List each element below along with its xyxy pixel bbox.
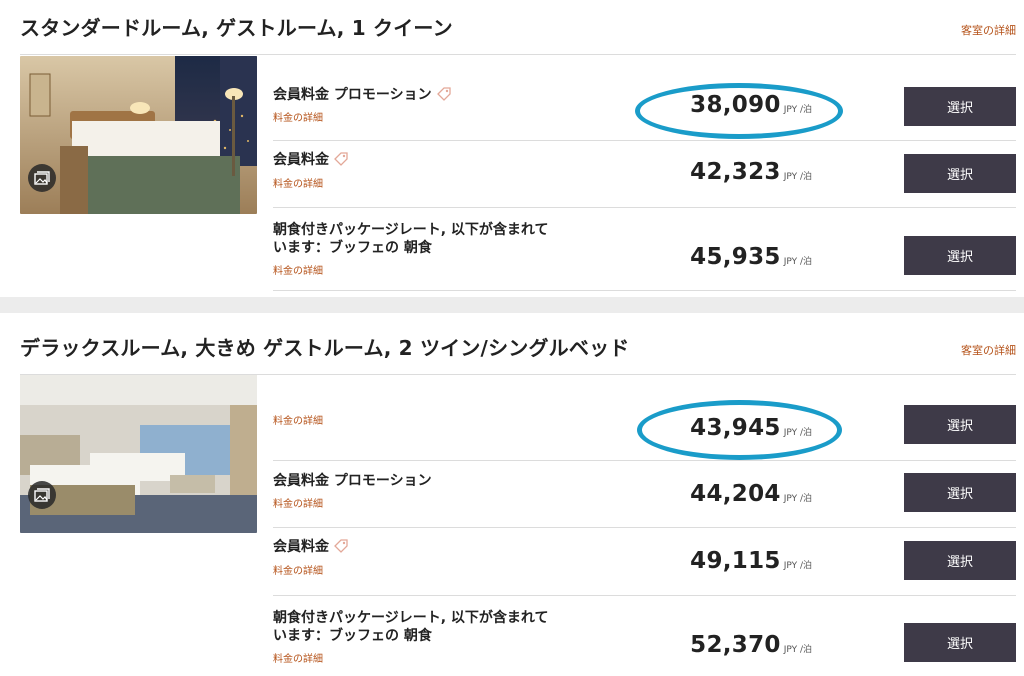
price: 42,323 JPY /泊	[690, 159, 812, 185]
select-button[interactable]: 選択	[904, 405, 1016, 444]
rate-details-link[interactable]: 料金の詳細	[273, 175, 323, 190]
room-card-standard: スタンダードルーム, ゲストルーム, 1 クイーン 客室の詳細 会員料金 プロモ…	[0, 0, 1024, 297]
tag-icon	[436, 87, 451, 101]
price: 45,935 JPY /泊	[690, 244, 812, 270]
price: 52,370 JPY /泊	[690, 632, 812, 658]
room-title: スタンダードルーム, ゲストルーム, 1 クイーン	[20, 16, 453, 40]
rate-row: 朝食付きパッケージレート, 以下が含まれて います：ブッフェの 朝食 料金の詳細…	[273, 596, 1016, 676]
photo-gallery-icon[interactable]	[28, 481, 56, 509]
room-photo[interactable]	[20, 56, 257, 214]
rate-name: 朝食付きパッケージレート, 以下が含まれて	[273, 610, 549, 626]
rate-name: 会員料金	[273, 151, 349, 170]
rate-name: います：ブッフェの 朝食	[273, 628, 432, 644]
rate-name: 会員料金 プロモーション	[273, 86, 452, 105]
room-details-link[interactable]: 客室の詳細	[961, 342, 1016, 358]
divider	[273, 290, 1016, 291]
select-button[interactable]: 選択	[904, 87, 1016, 126]
rate-name: います：ブッフェの 朝食	[273, 240, 432, 256]
price: 43,945 JPY /泊	[690, 415, 812, 441]
photo-gallery-icon[interactable]	[28, 164, 56, 192]
room-card-deluxe: デラックスルーム, 大きめ ゲストルーム, 2 ツイン/シングルベッド 客室の詳…	[0, 313, 1024, 676]
rate-details-link[interactable]: 料金の詳細	[273, 562, 323, 577]
rate-name: 朝食付きパッケージレート, 以下が含まれて	[273, 222, 549, 238]
tag-icon	[334, 152, 348, 166]
rate-details-link[interactable]: 料金の詳細	[273, 109, 323, 124]
select-button[interactable]: 選択	[904, 623, 1016, 662]
rate-name: 会員料金 プロモーション	[273, 473, 432, 489]
tag-icon	[334, 539, 348, 553]
rate-details-link[interactable]: 料金の詳細	[273, 650, 323, 665]
price: 38,090 JPY /泊	[690, 92, 812, 118]
divider	[20, 54, 1016, 55]
rate-name: 会員料金	[273, 538, 349, 557]
rate-row: 会員料金 料金の詳細 42,323 JPY /泊 選択	[273, 141, 1016, 207]
select-button[interactable]: 選択	[904, 154, 1016, 193]
rate-details-link[interactable]: 料金の詳細	[273, 412, 323, 427]
rate-row: 会員料金 料金の詳細 49,115 JPY /泊 選択	[273, 528, 1016, 595]
room-photo[interactable]	[20, 375, 257, 533]
select-button[interactable]: 選択	[904, 473, 1016, 512]
room-title: デラックスルーム, 大きめ ゲストルーム, 2 ツイン/シングルベッド	[20, 336, 630, 360]
rate-details-link[interactable]: 料金の詳細	[273, 262, 323, 277]
select-button[interactable]: 選択	[904, 236, 1016, 275]
rate-details-link[interactable]: 料金の詳細	[273, 495, 323, 510]
rate-row: 会員料金 プロモーション 料金の詳細 38,090 JPY /泊 選択	[273, 56, 1016, 140]
price: 49,115 JPY /泊	[690, 548, 812, 574]
room-details-link[interactable]: 客室の詳細	[961, 22, 1016, 38]
rate-row: 朝食付きパッケージレート, 以下が含まれて います：ブッフェの 朝食 料金の詳細…	[273, 208, 1016, 290]
rate-row: 会員料金 プロモーション 料金の詳細 44,204 JPY /泊 選択	[273, 461, 1016, 527]
rate-row: 料金の詳細 43,945 JPY /泊 選択	[273, 375, 1016, 460]
select-button[interactable]: 選択	[904, 541, 1016, 580]
price: 44,204 JPY /泊	[690, 481, 812, 507]
